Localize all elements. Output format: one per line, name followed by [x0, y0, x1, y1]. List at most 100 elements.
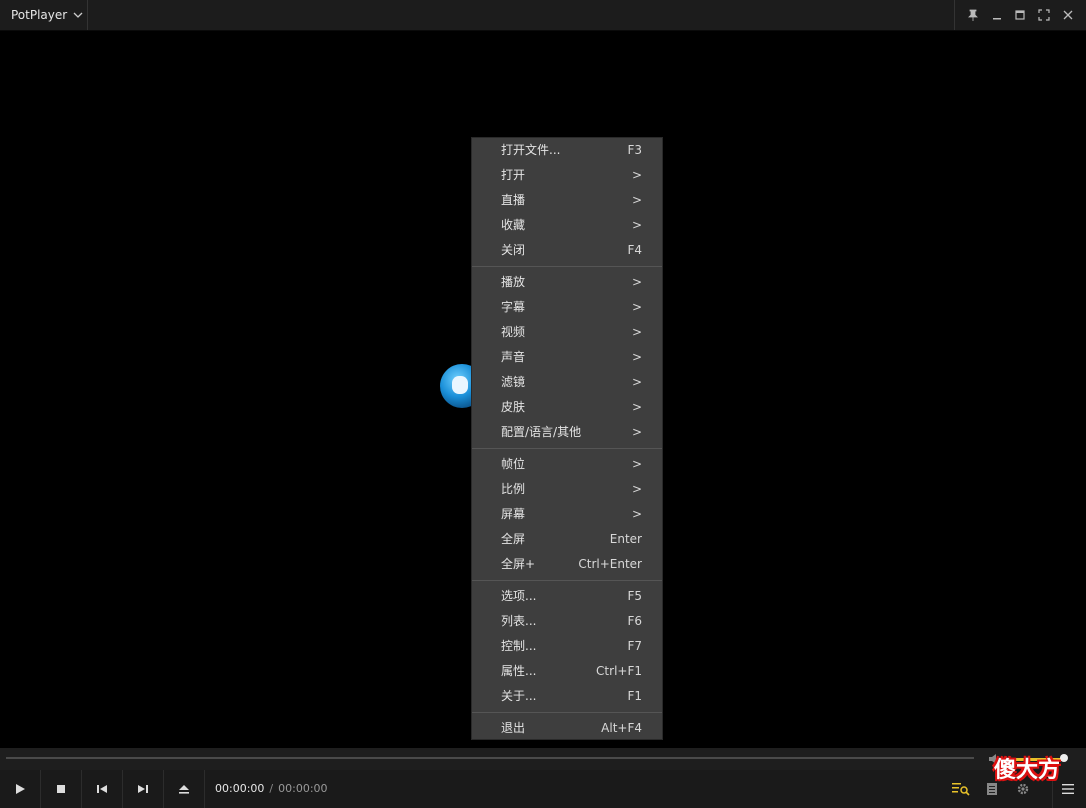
stop-button[interactable]: [41, 770, 82, 808]
volume-knob[interactable]: [1060, 754, 1068, 762]
playlist-search-button[interactable]: [946, 770, 976, 808]
submenu-arrow-icon: >: [631, 325, 642, 339]
menu-item-label: 属性...: [501, 664, 537, 678]
submenu-arrow-icon: >: [631, 300, 642, 314]
menu-item[interactable]: 配置/语言/其他 >: [472, 420, 662, 445]
menu-item-label: 视频: [501, 325, 526, 339]
menu-item[interactable]: 收藏 >: [472, 213, 662, 238]
app-menu-button[interactable]: PotPlayer: [0, 0, 88, 30]
menu-item[interactable]: 声音 >: [472, 345, 662, 370]
window-controls: [954, 0, 1086, 30]
menu-item[interactable]: 全屏+ Ctrl+Enter: [472, 552, 662, 577]
submenu-arrow-icon: >: [631, 168, 642, 182]
menu-item[interactable]: 比例 >: [472, 477, 662, 502]
menu-item[interactable]: 帧位 >: [472, 452, 662, 477]
menu-item-shortcut: F7: [627, 639, 642, 653]
menu-item-shortcut: F1: [627, 689, 642, 703]
menu-item[interactable]: 打开文件... F3: [472, 138, 662, 163]
submenu-arrow-icon: >: [631, 457, 642, 471]
submenu-arrow-icon: >: [631, 425, 642, 439]
menu-item-label: 声音: [501, 350, 526, 364]
menu-item-label: 字幕: [501, 300, 526, 314]
menu-item-label: 关于...: [501, 689, 537, 703]
menu-item-label: 控制...: [501, 639, 537, 653]
menu-item-label: 播放: [501, 275, 526, 289]
menu-item[interactable]: 关于... F1: [472, 684, 662, 709]
skip-forward-icon: [138, 785, 148, 793]
menu-item-label: 比例: [501, 482, 526, 496]
app-title: PotPlayer: [11, 8, 68, 22]
menu-item-label: 配置/语言/其他: [501, 425, 582, 439]
control-bar: 00:00:00 / 00:00:00: [0, 770, 1086, 808]
submenu-arrow-icon: >: [631, 275, 642, 289]
menu-item[interactable]: 皮肤 >: [472, 395, 662, 420]
menu-item-shortcut: F6: [627, 614, 642, 628]
hamburger-menu-icon: [1062, 784, 1074, 794]
previous-button[interactable]: [82, 770, 123, 808]
playlist-search-icon: [952, 783, 970, 796]
play-button[interactable]: [0, 770, 41, 808]
context-menu: 打开文件... F3 打开 > 直播 > 收藏 > 关闭 F4 播放 > 字幕 > 视频 > 声音 > 滤镜 > 皮肤 >…: [471, 137, 663, 740]
menu-item[interactable]: 控制... F7: [472, 634, 662, 659]
seek-bar[interactable]: [0, 748, 1086, 770]
menu-item-label: 滤镜: [501, 375, 526, 389]
submenu-arrow-icon: >: [631, 400, 642, 414]
menu-item[interactable]: 关闭 F4: [472, 238, 662, 263]
menu-item-shortcut: Ctrl+Enter: [578, 557, 642, 571]
menu-separator: [472, 580, 662, 581]
menu-item[interactable]: 选项... F5: [472, 584, 662, 609]
menu-separator: [472, 266, 662, 267]
menu-item[interactable]: 滤镜 >: [472, 370, 662, 395]
menu-item-label: 全屏+: [501, 557, 536, 571]
menu-item[interactable]: 属性... Ctrl+F1: [472, 659, 662, 684]
time-separator: /: [269, 782, 274, 795]
menu-item-label: 打开: [501, 168, 526, 182]
maximize-icon[interactable]: [1013, 8, 1027, 22]
submenu-arrow-icon: >: [631, 193, 642, 207]
submenu-arrow-icon: >: [631, 482, 642, 496]
menu-item-label: 皮肤: [501, 400, 526, 414]
minimize-icon[interactable]: [990, 8, 1004, 22]
menu-item[interactable]: 直播 >: [472, 188, 662, 213]
menu-item[interactable]: 屏幕 >: [472, 502, 662, 527]
menu-item-label: 收藏: [501, 218, 526, 232]
fullscreen-icon[interactable]: [1037, 8, 1051, 22]
menu-item[interactable]: 全屏 Enter: [472, 527, 662, 552]
menu-item-label: 退出: [501, 721, 526, 735]
stop-icon: [57, 785, 65, 793]
seek-track[interactable]: [6, 757, 974, 759]
eject-button[interactable]: [164, 770, 205, 808]
play-icon: [16, 784, 25, 794]
next-button[interactable]: [123, 770, 164, 808]
menu-item[interactable]: 字幕 >: [472, 295, 662, 320]
menu-item-shortcut: F3: [627, 143, 642, 157]
submenu-arrow-icon: >: [631, 375, 642, 389]
eject-icon: [179, 785, 189, 794]
document-icon: [987, 783, 997, 795]
menu-item[interactable]: 退出 Alt+F4: [472, 716, 662, 741]
menu-item-shortcut: Ctrl+F1: [596, 664, 642, 678]
time-display: 00:00:00 / 00:00:00: [215, 770, 328, 808]
menu-item[interactable]: 列表... F6: [472, 609, 662, 634]
menu-item-label: 关闭: [501, 243, 526, 257]
skip-back-icon: [97, 785, 107, 793]
menu-item-label: 直播: [501, 193, 526, 207]
menu-item-label: 全屏: [501, 532, 526, 546]
pin-icon[interactable]: [966, 8, 980, 22]
submenu-arrow-icon: >: [631, 218, 642, 232]
menu-separator: [472, 712, 662, 713]
menu-item[interactable]: 打开 >: [472, 163, 662, 188]
menu-item-shortcut: Alt+F4: [601, 721, 642, 735]
menu-item[interactable]: 播放 >: [472, 270, 662, 295]
submenu-arrow-icon: >: [631, 507, 642, 521]
menu-item-shortcut: Enter: [609, 532, 642, 546]
duration: 00:00:00: [278, 782, 328, 795]
current-time: 00:00:00: [215, 782, 265, 795]
menu-item-label: 选项...: [501, 589, 537, 603]
menu-item-label: 帧位: [501, 457, 526, 471]
menu-item-label: 屏幕: [501, 507, 526, 521]
gear-icon: [1017, 783, 1029, 795]
close-icon[interactable]: [1061, 8, 1075, 22]
menu-item[interactable]: 视频 >: [472, 320, 662, 345]
watermark-logo: 傻大方: [994, 758, 1061, 783]
